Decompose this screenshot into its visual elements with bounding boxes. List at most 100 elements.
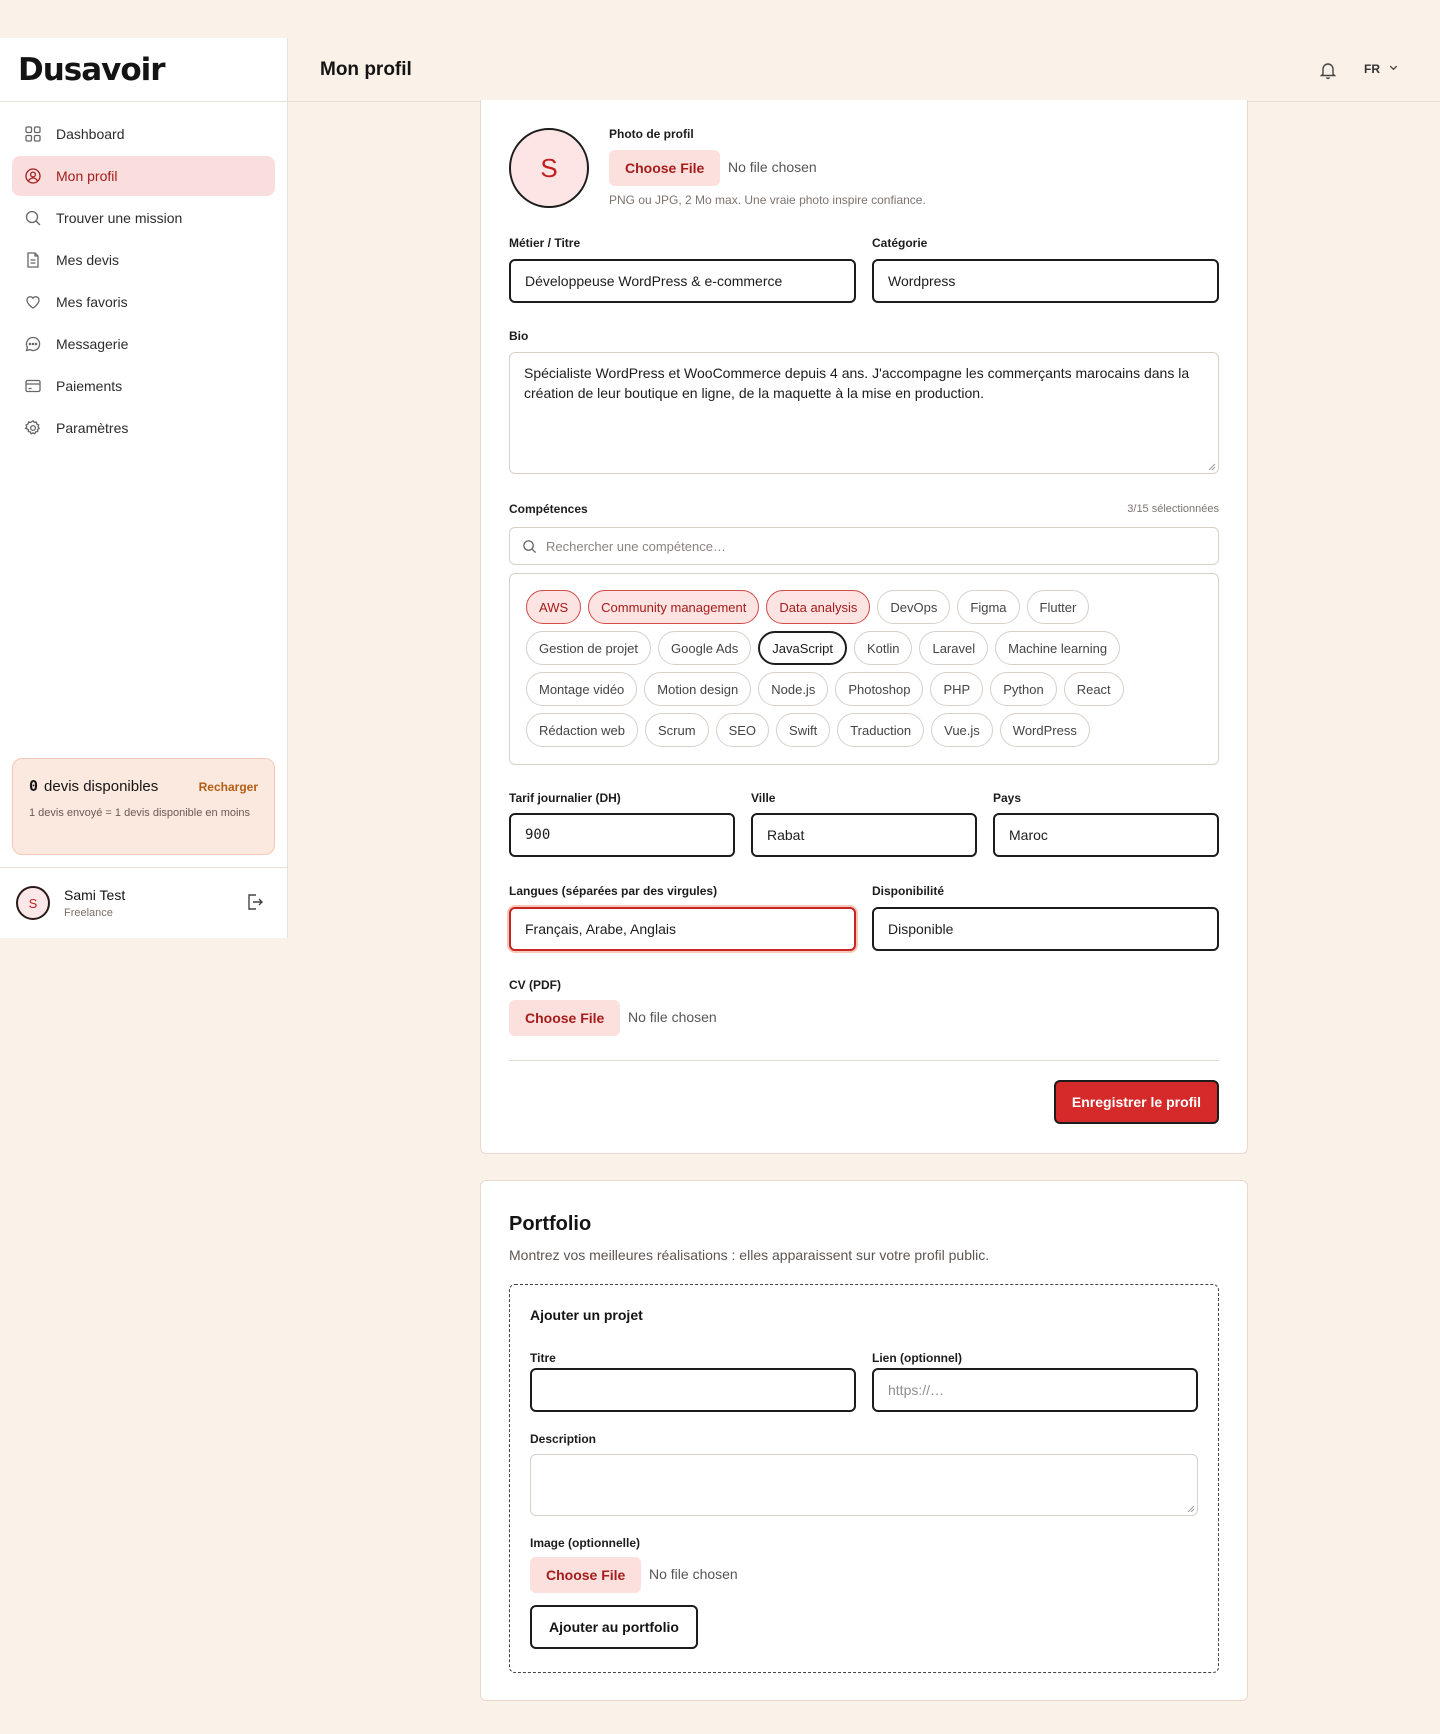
cv-no-file-text: No file chosen (628, 1009, 717, 1025)
categorie-label: Catégorie (872, 236, 928, 250)
categorie-select[interactable]: Wordpress (872, 259, 1219, 303)
skill-chip[interactable]: Figma (957, 590, 1020, 624)
skill-chip[interactable]: Vue.js (931, 713, 993, 747)
project-title-input[interactable] (530, 1368, 856, 1412)
page-title: Mon profil (320, 58, 412, 80)
skills-label: Compétences (509, 502, 588, 516)
sidebar-item-label: Trouver une mission (56, 210, 183, 226)
skill-chip[interactable]: Laravel (919, 631, 989, 665)
sidebar-item-messagerie[interactable]: Messagerie (12, 324, 275, 364)
skill-chip[interactable]: Gestion de projet (526, 631, 652, 665)
chevron-down-icon (1388, 62, 1399, 76)
skill-chip[interactable]: Scrum (645, 713, 709, 747)
add-to-portfolio-button[interactable]: Ajouter au portfolio (530, 1605, 698, 1649)
language-code: FR (1364, 62, 1380, 76)
user-circle-icon (24, 167, 42, 185)
ville-label: Ville (751, 791, 776, 805)
logo[interactable]: Dusavoir (18, 52, 166, 88)
sidebar-item-parametres[interactable]: Paramètres (12, 408, 275, 448)
skill-chip[interactable]: Node.js (758, 672, 829, 706)
disponibilite-select[interactable]: Disponible (872, 907, 1219, 951)
sidebar-item-mon-profil[interactable]: Mon profil (12, 156, 275, 196)
ville-input[interactable]: Rabat (751, 813, 977, 857)
bio-textarea[interactable]: Spécialiste WordPress et WooCommerce dep… (509, 352, 1219, 474)
skill-chip[interactable]: SEO (715, 713, 770, 747)
sidebar-item-label: Mon profil (56, 168, 118, 184)
sidebar-item-dashboard[interactable]: Dashboard (12, 114, 275, 154)
image-label: Image (optionnelle) (530, 1536, 641, 1550)
sidebar-item-mes-devis[interactable]: Mes devis (12, 240, 275, 280)
tarif-label: Tarif journalier (DH) (509, 791, 621, 805)
skill-chip[interactable]: Motion design (644, 672, 752, 706)
skill-chip[interactable]: Kotlin (853, 631, 913, 665)
sidebar-item-label: Messagerie (56, 336, 129, 352)
sidebar-item-label: Mes favoris (56, 294, 128, 310)
skills-search-input[interactable]: Rechercher une compétence… (509, 527, 1219, 565)
cv-choose-file-button[interactable]: Choose File (509, 1000, 621, 1036)
skill-chip[interactable]: WordPress (999, 713, 1090, 747)
sidebar-item-label: Paiements (56, 378, 123, 394)
credits-number: 0 (29, 777, 39, 795)
skill-chip[interactable]: Google Ads (658, 631, 752, 665)
skill-chip[interactable]: Machine learning (995, 631, 1121, 665)
skill-chip[interactable]: Data analysis (766, 590, 871, 624)
skill-chip[interactable]: Montage vidéo (526, 672, 638, 706)
skill-chip[interactable]: JavaScript (758, 631, 847, 665)
project-description-textarea[interactable] (530, 1454, 1198, 1516)
logo-area: Dusavoir (0, 38, 287, 102)
pays-label: Pays (993, 791, 1022, 805)
card-icon (24, 377, 42, 395)
skills-search-placeholder: Rechercher une compétence… (546, 538, 726, 554)
search-icon (523, 539, 537, 553)
bell-icon[interactable] (1318, 60, 1338, 80)
skill-chip[interactable]: PHP (930, 672, 984, 706)
skills-list: AWS Community management Data analysis DevO… (509, 573, 1219, 765)
chat-icon (24, 335, 42, 353)
skill-chip[interactable]: Rédaction web (526, 713, 638, 747)
portfolio-title: Portfolio (509, 1213, 592, 1235)
language-selector[interactable]: FR (1364, 62, 1399, 76)
sidebar-item-mes-favoris[interactable]: Mes favoris (12, 282, 275, 322)
add-project-title: Ajouter un projet (530, 1307, 643, 1323)
skill-chip[interactable]: Traduction (837, 713, 925, 747)
save-profile-button[interactable]: Enregistrer le profil (1054, 1080, 1219, 1124)
avatar[interactable]: S (16, 886, 50, 920)
user-name: Sami Test (64, 887, 126, 903)
project-link-input[interactable]: https://… (872, 1368, 1198, 1412)
gear-icon (24, 419, 42, 437)
sidebar-item-paiements[interactable]: Paiements (12, 366, 275, 406)
image-choose-file-button[interactable]: Choose File (530, 1557, 642, 1593)
langues-label: Langues (séparées par des virgules) (509, 884, 718, 898)
recharger-link[interactable]: Recharger (199, 780, 258, 794)
langues-input[interactable]: Français, Arabe, Anglais (509, 907, 856, 951)
skill-chip[interactable]: Python (990, 672, 1057, 706)
portfolio-card: Portfolio Montrez vos meilleures réalisa… (480, 1180, 1248, 1701)
skill-chip[interactable]: DevOps (877, 590, 951, 624)
sidebar-item-trouver-mission[interactable]: Trouver une mission (12, 198, 275, 238)
logout-icon[interactable] (245, 892, 265, 912)
profile-form-card: S Photo de profil Choose File No file ch… (480, 100, 1248, 1154)
image-no-file-text: No file chosen (649, 1566, 738, 1582)
skill-chip[interactable]: Flutter (1026, 590, 1090, 624)
pays-input[interactable]: Maroc (993, 813, 1219, 857)
photo-no-file-text: No file chosen (728, 159, 817, 175)
metier-input[interactable]: Développeuse WordPress & e-commerce (509, 259, 856, 303)
photo-choose-file-button[interactable]: Choose File (609, 150, 721, 186)
skill-chip[interactable]: Community management (588, 590, 760, 624)
skill-chip[interactable]: Swift (776, 713, 831, 747)
sidebar-item-label: Paramètres (56, 420, 129, 436)
skill-chip[interactable]: React (1063, 672, 1124, 706)
tarif-input[interactable]: 900 (509, 813, 735, 857)
credits-count: 0 devis disponibles (29, 777, 158, 795)
resize-handle-icon[interactable] (1207, 462, 1215, 470)
metier-label: Métier / Titre (509, 236, 581, 250)
user-role: Freelance (64, 907, 113, 919)
user-area: S Sami Test Freelance (0, 867, 287, 938)
resize-handle-icon[interactable] (1186, 1504, 1194, 1512)
divider (509, 1060, 1219, 1061)
credits-label: devis disponibles (44, 778, 159, 795)
skill-chip[interactable]: AWS (526, 590, 582, 624)
skill-chip[interactable]: Photoshop (835, 672, 924, 706)
top-header: Mon profil (288, 38, 1440, 102)
grid-icon (24, 125, 42, 143)
